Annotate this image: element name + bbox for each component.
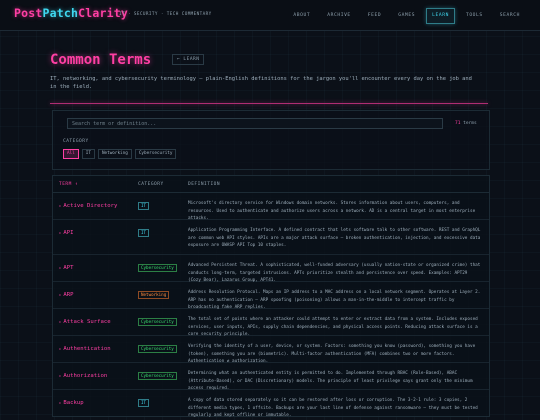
- term-name: ▸ Authentication: [59, 346, 111, 352]
- table-row[interactable]: ▸ Attack Surface Cybersecurity The total …: [53, 309, 489, 337]
- category-label: CATEGORY: [63, 139, 89, 144]
- search-input[interactable]: Search term or definition...: [67, 118, 443, 129]
- top-navbar: PostPatchClarity IT · SECURITY · TECH CO…: [0, 0, 540, 31]
- category-badge: Cybersecurity: [138, 372, 177, 380]
- nav-archive[interactable]: ARCHIVE: [321, 8, 357, 24]
- category-chips: All IT Networking Cybersecurity: [63, 149, 177, 159]
- category-badge: IT: [138, 229, 150, 237]
- term-name: ▸ Authorization: [59, 373, 107, 379]
- term-label: Active Directory: [63, 203, 118, 209]
- page-description: IT, networking, and cybersecurity termin…: [50, 76, 472, 90]
- table-row[interactable]: ▸ APT Cybersecurity Advanced Persistent T…: [53, 255, 489, 283]
- term-name: ▸ Active Directory: [59, 203, 117, 209]
- chip-it[interactable]: IT: [81, 149, 95, 159]
- terms-table: TERM ↑ CATEGORY DEFINITION ▸ Active Direc…: [52, 175, 490, 418]
- main-nav: ABOUT ARCHIVE FEED GAMES LEARN TOOLS SEA…: [287, 8, 526, 24]
- expand-chevron-icon: ▸: [59, 373, 62, 378]
- term-label: Attack Surface: [63, 319, 111, 325]
- category-badge: Networking: [138, 291, 170, 299]
- site-tagline: IT · SECURITY · TECH COMMENTARY: [119, 12, 212, 17]
- term-definition: A copy of data stored separately so it c…: [188, 398, 478, 418]
- expand-chevron-icon: ▸: [59, 292, 62, 297]
- term-definition: Application Programming Interface. A def…: [188, 228, 481, 248]
- term-count-value: 71: [455, 121, 461, 126]
- table-row[interactable]: ▸ Authorization Cybersecurity Determining…: [53, 363, 489, 391]
- chip-networking[interactable]: Networking: [97, 149, 132, 159]
- nav-tools[interactable]: TOOLS: [460, 8, 489, 24]
- nav-search[interactable]: SEARCH: [494, 8, 526, 24]
- logo-part-post: Post: [14, 6, 43, 20]
- column-header-category[interactable]: CATEGORY: [138, 182, 164, 187]
- chip-cybersecurity[interactable]: Cybersecurity: [134, 149, 177, 159]
- column-header-term[interactable]: TERM ↑: [59, 182, 78, 187]
- table-row[interactable]: ▸ ARP Networking Address Resolution Proto…: [53, 282, 489, 310]
- expand-chevron-icon: ▸: [59, 319, 62, 324]
- expand-chevron-icon: ▸: [59, 346, 62, 351]
- page-title: Common Terms: [50, 52, 152, 68]
- category-badge: Cybersecurity: [138, 318, 177, 326]
- category-badge: Cybersecurity: [138, 264, 177, 272]
- term-name: ▸ Backup: [59, 400, 84, 406]
- nav-feed[interactable]: FEED: [362, 8, 387, 24]
- table-header: TERM ↑ CATEGORY DEFINITION: [53, 176, 489, 193]
- expand-chevron-icon: ▸: [59, 230, 62, 235]
- site-logo[interactable]: PostPatchClarity: [14, 6, 128, 20]
- nav-games[interactable]: GAMES: [392, 8, 421, 24]
- category-badge: Cybersecurity: [138, 345, 177, 353]
- nav-about[interactable]: ABOUT: [287, 8, 316, 24]
- term-label: APT: [63, 265, 74, 271]
- category-badge: IT: [138, 202, 150, 210]
- expand-chevron-icon: ▸: [59, 400, 62, 405]
- header-divider: [50, 103, 488, 104]
- term-name: ▸ ARP: [59, 292, 74, 298]
- term-label: Authentication: [63, 346, 111, 352]
- back-to-learn-button[interactable]: ← LEARN: [172, 54, 205, 65]
- expand-chevron-icon: ▸: [59, 265, 62, 270]
- filter-panel: Search term or definition... 71 terms CA…: [52, 110, 490, 170]
- term-name: ▸ APT: [59, 265, 74, 271]
- table-row[interactable]: ▸ Active Directory IT Microsoft's directo…: [53, 193, 489, 221]
- term-count: 71 terms: [455, 121, 477, 126]
- term-label: Backup: [63, 400, 84, 406]
- table-row[interactable]: ▸ Authentication Cybersecurity Verifying …: [53, 336, 489, 364]
- term-count-label: terms: [463, 121, 477, 126]
- nav-learn[interactable]: LEARN: [426, 8, 455, 24]
- expand-chevron-icon: ▸: [59, 203, 62, 208]
- logo-part-patch: Patch: [42, 6, 79, 20]
- category-badge: IT: [138, 399, 150, 407]
- term-name: ▸ API: [59, 230, 74, 236]
- term-label: API: [63, 230, 74, 236]
- term-name: ▸ Attack Surface: [59, 319, 111, 325]
- table-row[interactable]: ▸ Backup IT A copy of data stored separat…: [53, 390, 489, 418]
- table-row[interactable]: ▸ API IT Application Programming Interfac…: [53, 220, 489, 255]
- column-header-definition: DEFINITION: [188, 182, 221, 187]
- term-label: ARP: [63, 292, 74, 298]
- term-label: Authorization: [63, 373, 108, 379]
- chip-all[interactable]: All: [63, 149, 79, 159]
